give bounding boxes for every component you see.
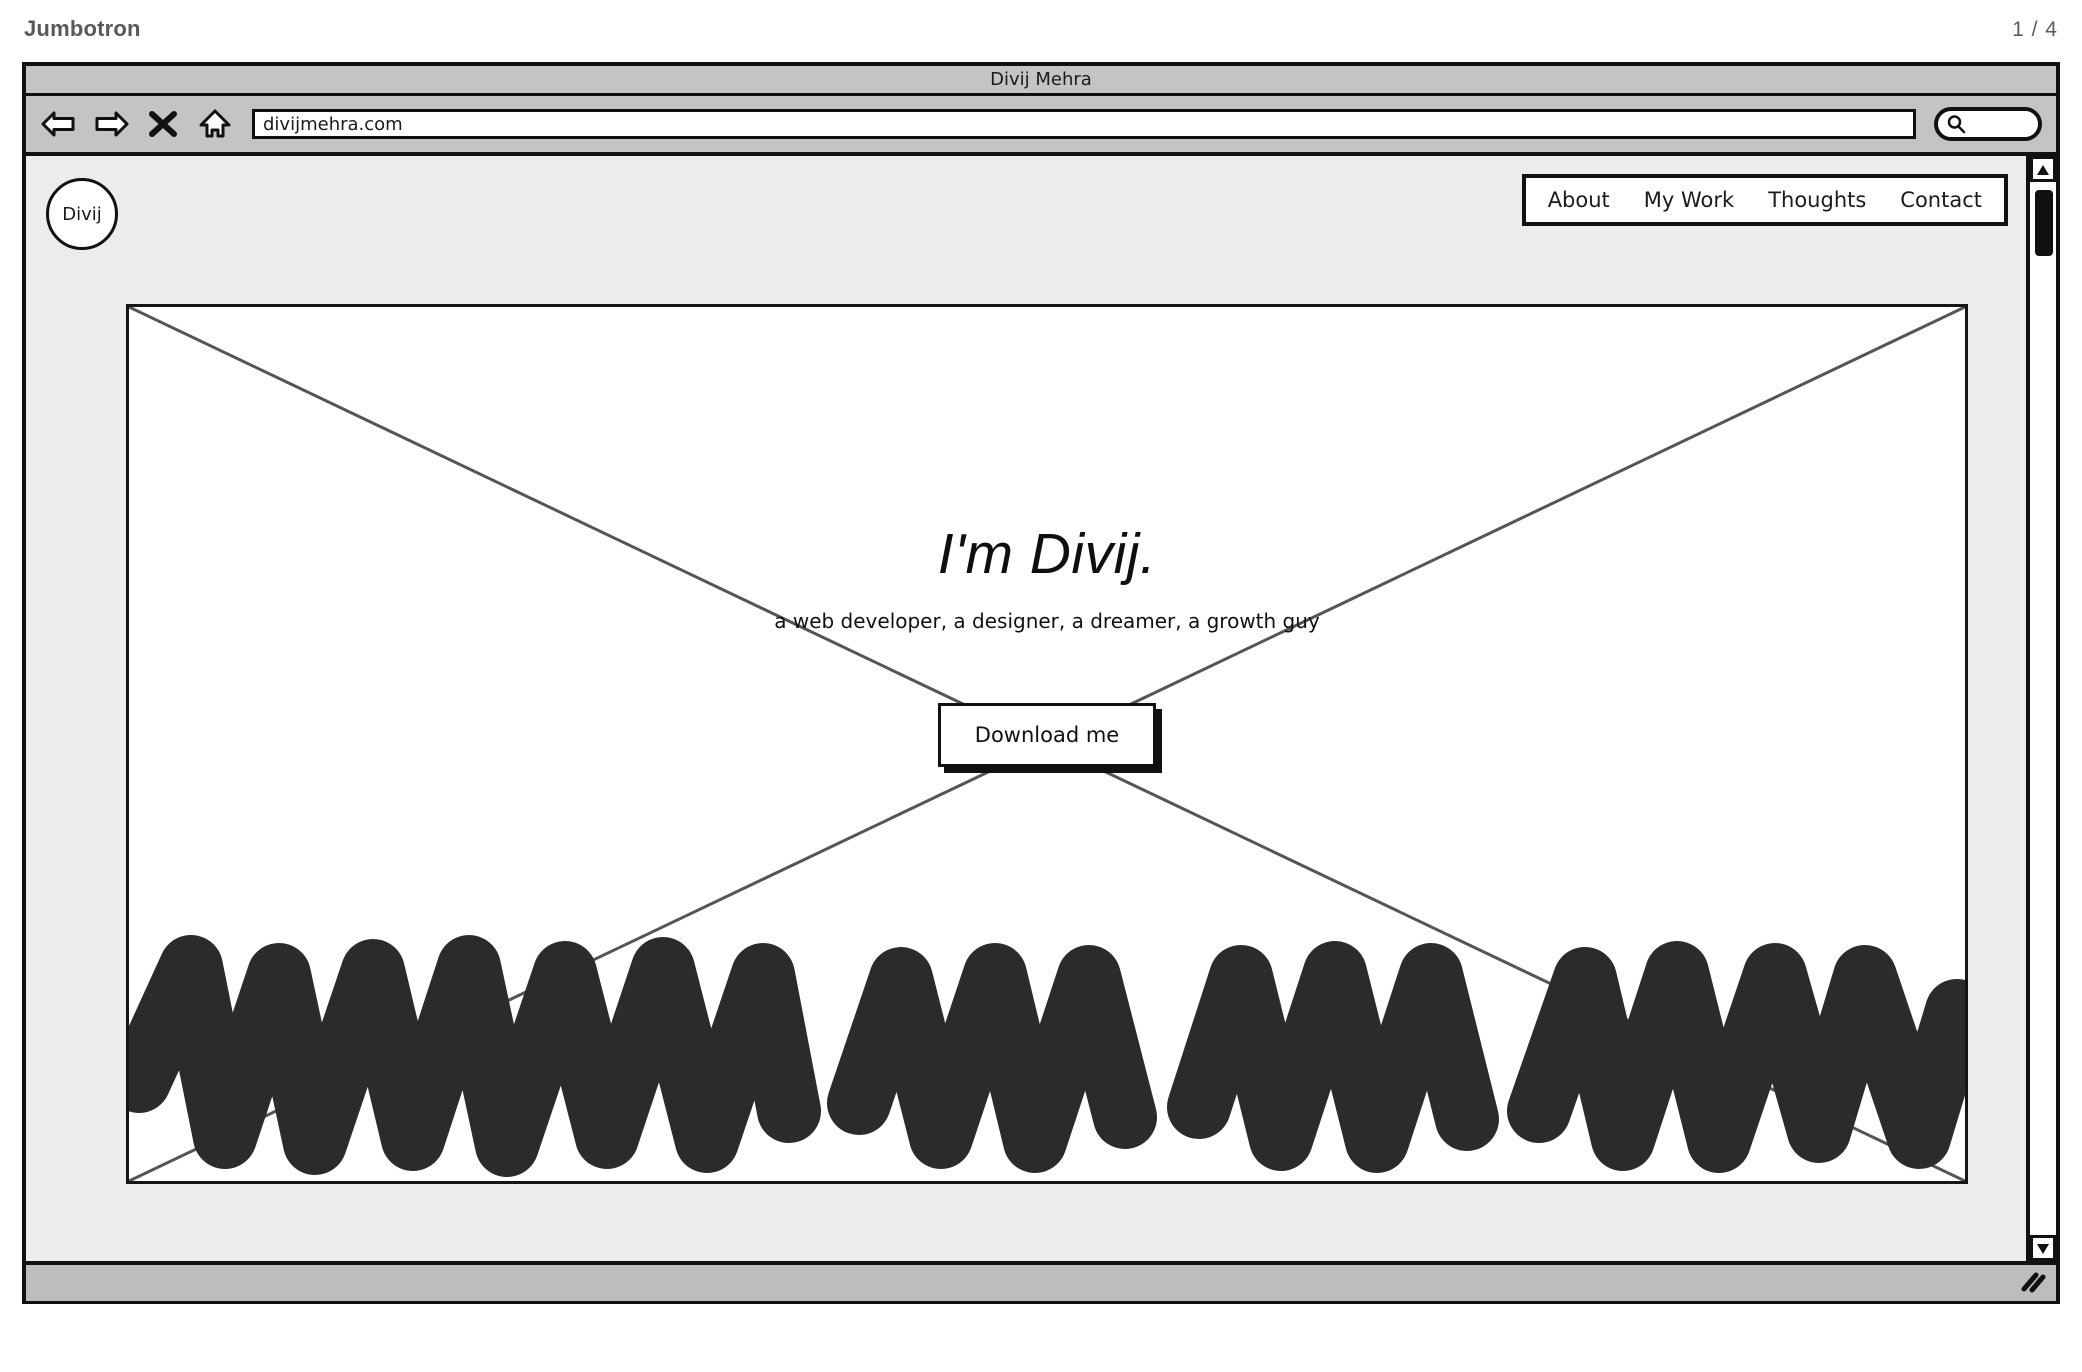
website-page: Divij About My Work Thoughts Contact I'm… (26, 156, 2026, 1261)
browser-viewport: Divij About My Work Thoughts Contact I'm… (26, 156, 2056, 1301)
browser-window: Divij Mehra divijmehra.com Divij About M… (22, 62, 2060, 1304)
browser-titlebar: Divij Mehra (26, 66, 2056, 96)
back-arrow-icon[interactable] (40, 105, 78, 143)
wireframe-canvas: Jumbotron 1 / 4 Divij Mehra divijmehra.c… (0, 0, 2082, 1372)
url-input[interactable]: divijmehra.com (263, 114, 403, 135)
browser-statusbar (26, 1261, 2056, 1301)
site-logo[interactable]: Divij (46, 178, 118, 250)
magnifier-icon (1946, 114, 1966, 134)
home-icon[interactable] (196, 105, 234, 143)
scrollbar-thumb[interactable] (2035, 190, 2053, 256)
page-title: Jumbotron (24, 16, 141, 41)
forward-arrow-icon[interactable] (92, 105, 130, 143)
hero-image-placeholder: I'm Divij. a web developer, a designer, … (126, 304, 1968, 1184)
resize-grip-icon[interactable] (2018, 1269, 2046, 1295)
nav-item-contact[interactable]: Contact (1900, 188, 1982, 212)
search-input[interactable] (1934, 107, 2042, 141)
vertical-scrollbar[interactable] (2026, 156, 2056, 1261)
scribble-icon (129, 935, 1965, 1177)
nav-item-about[interactable]: About (1548, 188, 1610, 212)
site-logo-label: Divij (62, 203, 102, 225)
close-x-icon[interactable] (144, 105, 182, 143)
triangle-up-icon (2036, 163, 2050, 175)
scroll-up-button[interactable] (2030, 156, 2056, 182)
nav-item-thoughts[interactable]: Thoughts (1768, 188, 1866, 212)
browser-nav-buttons (40, 105, 234, 143)
url-bar[interactable]: divijmehra.com (252, 109, 1916, 139)
browser-toolbar: divijmehra.com (26, 96, 2056, 156)
site-nav: About My Work Thoughts Contact (1521, 174, 2008, 226)
scroll-down-button[interactable] (2030, 1235, 2056, 1261)
triangle-down-icon (2036, 1242, 2050, 1254)
browser-window-title: Divij Mehra (990, 69, 1092, 90)
download-me-button[interactable]: Download me (937, 703, 1157, 767)
page-counter: 1 / 4 (2012, 18, 2058, 41)
nav-item-my-work[interactable]: My Work (1644, 188, 1734, 212)
